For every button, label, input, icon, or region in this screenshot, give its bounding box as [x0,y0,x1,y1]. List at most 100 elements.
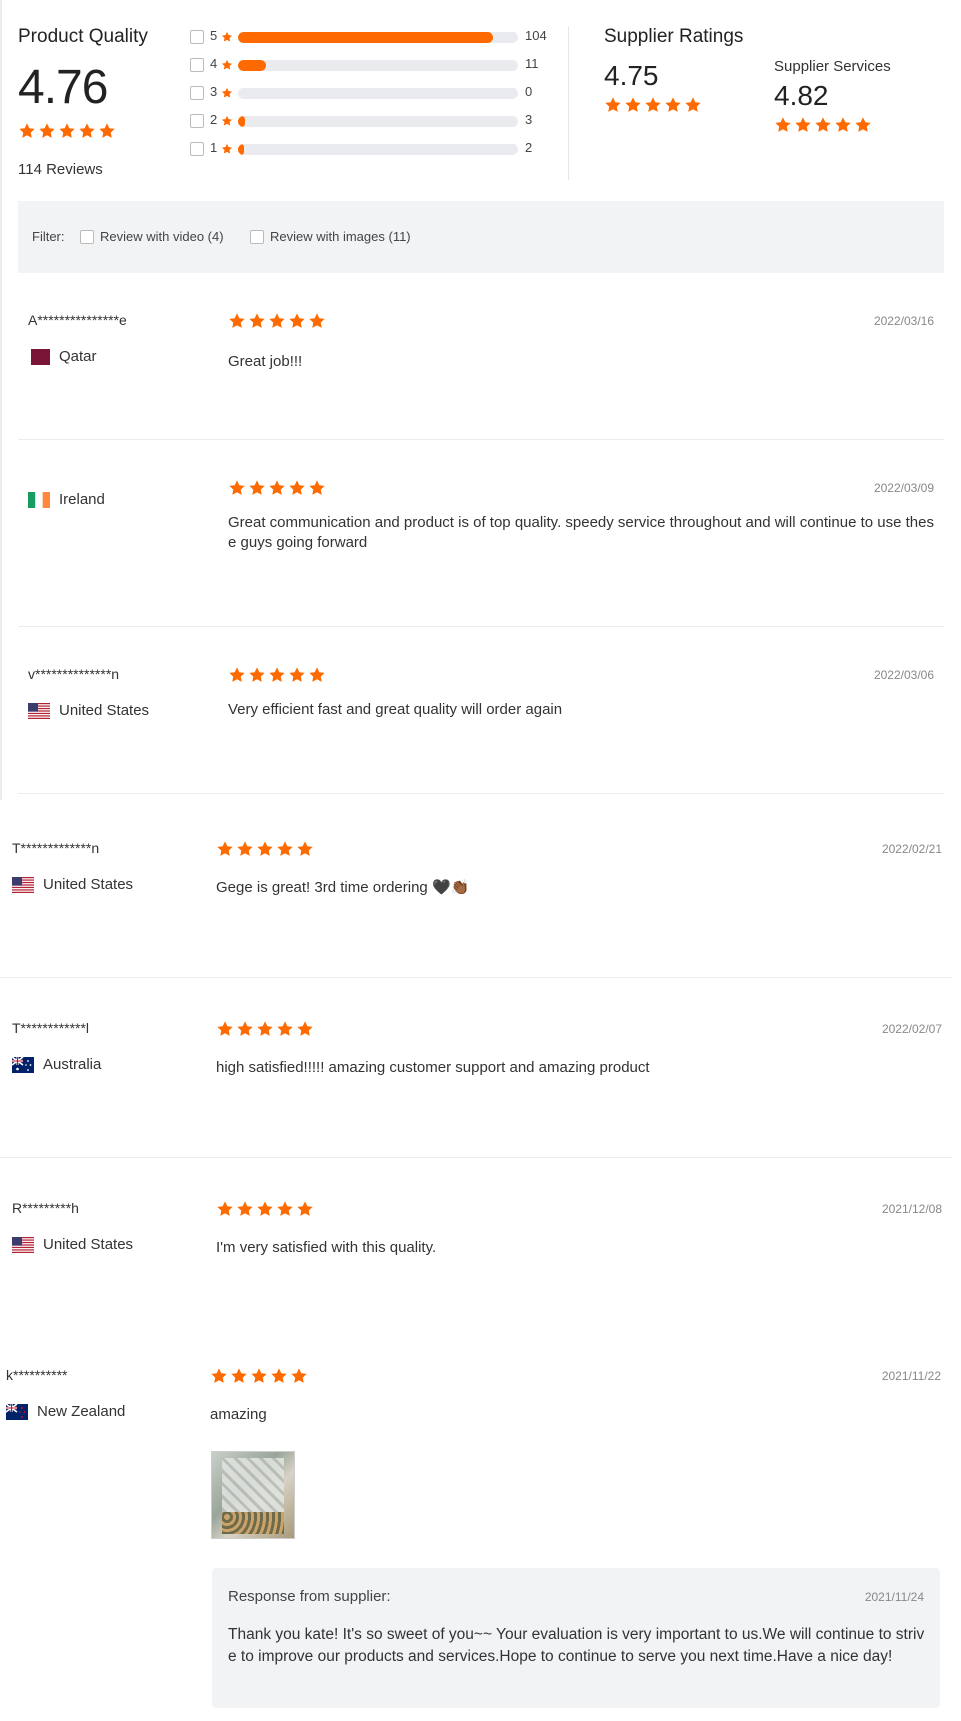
review-separator [18,439,944,440]
review-stars [228,666,328,689]
supplier-ratings-stars [604,96,704,119]
star-icon [814,116,832,134]
distribution-checkbox[interactable] [190,58,204,72]
distribution-row[interactable]: 1 2 [190,140,560,168]
review-text: high satisfied!!!!! amazing customer sup… [216,1059,650,1076]
review-item: T************l Australia 2022/02/07 high… [2,1008,942,1158]
distribution-checkbox[interactable] [190,86,204,100]
star-icon [228,312,246,330]
supplier-response: Response from supplier: 2021/11/24 Thank… [212,1568,940,1708]
us-flag-icon [12,876,34,893]
new-zealand-flag-icon [6,1403,28,1420]
star-icon [276,1020,294,1038]
ireland-flag-icon [28,491,50,508]
checkbox[interactable] [250,230,264,244]
distribution-bar [238,60,518,71]
reviewer-name: A***************e [28,312,127,328]
review-image-thumbnail[interactable] [211,1451,295,1539]
product-quality-score: 4.76 [18,61,108,114]
country-name: Australia [43,1056,102,1073]
supplier-services-title: Supplier Services [774,58,891,75]
star-icon [794,116,812,134]
filter-images-label: Review with images (11) [270,229,411,244]
distribution-checkbox[interactable] [190,114,204,128]
star-icon [221,86,235,104]
star-icon [774,116,792,134]
distribution-bar-fill [238,116,246,127]
distribution-bar [238,144,518,155]
filter-images-checkbox[interactable]: Review with images (11) [250,229,411,244]
reviewer-country: Ireland [28,491,105,508]
distribution-row[interactable]: 3 0 [190,84,560,112]
country-name: Qatar [59,348,97,365]
distribution-checkbox[interactable] [190,30,204,44]
review-text: Great job!!! [228,353,303,370]
review-separator [0,977,952,978]
review-item: R*********h United States 2021/12/08 I'm… [2,1188,942,1338]
us-flag-icon [28,702,50,719]
star-icon [604,96,622,114]
star-icon [290,1367,308,1385]
country-name: United States [43,876,134,893]
review-item: Ireland 2022/03/09 Great communication a… [18,467,944,627]
star-icon [228,479,246,497]
star-count: 3 [525,112,533,127]
reviewer-country: United States [28,702,149,719]
reviewer-country: United States [12,1236,133,1253]
summary-divider [568,26,569,180]
reviewer-country: New Zealand [6,1403,125,1420]
star-icon [854,116,872,134]
star-icon [216,1020,234,1038]
product-quality-stars [18,122,118,145]
supplier-ratings-title: Supplier Ratings [604,26,744,47]
star-icon [296,840,314,858]
review-stars [216,840,316,863]
star-level: 4 [210,56,218,71]
review-date: 2022/03/16 [873,314,934,328]
distribution-row[interactable]: 2 3 [190,112,560,140]
reviewer-name: v**************n [28,666,120,682]
review-text: Great communication and product is of to… [228,514,934,551]
review-count: 114 Reviews [18,161,103,178]
star-icon [270,1367,288,1385]
distribution-row[interactable]: 4 11 [190,56,560,84]
star-icon [308,666,326,684]
star-icon [98,122,116,140]
star-icon [288,666,306,684]
product-quality-title: Product Quality [18,26,148,47]
star-icon [288,479,306,497]
supplier-services-stars [774,116,874,139]
reviewer-country: Qatar [28,348,97,365]
star-icon [221,31,233,43]
distribution-checkbox[interactable] [190,142,204,156]
reviewer-country: United States [12,876,133,893]
country-name: United States [59,702,150,719]
star-icon [624,96,642,114]
star-icon [664,96,682,114]
star-icon [236,840,254,858]
star-icon [221,59,233,71]
star-icon [248,666,266,684]
distribution-row[interactable]: 5 104 [190,28,560,56]
thumbnail-beads [222,1512,284,1534]
distribution-bar [238,88,518,99]
country-name: New Zealand [37,1403,126,1420]
filter-video-checkbox[interactable]: Review with video (4) [80,229,224,244]
review-filter-bar: Filter: Review with video (4) Review wit… [18,201,944,273]
star-icon [268,312,286,330]
response-title: Response from supplier: [228,1588,391,1605]
star-icon [268,479,286,497]
response-text: Thank you kate! It's so sweet of you~~ Y… [228,1626,925,1665]
checkbox[interactable] [80,230,94,244]
star-icon [216,840,234,858]
star-icon [268,666,286,684]
review-stars [216,1020,316,1043]
star-icon [296,1020,314,1038]
supplier-services-score: 4.82 [774,80,829,111]
star-level: 5 [210,28,218,43]
distribution-bar [238,116,518,127]
star-icon [230,1367,248,1385]
supplier-ratings-score: 4.75 [604,60,659,91]
star-icon [308,479,326,497]
star-icon [210,1367,228,1385]
